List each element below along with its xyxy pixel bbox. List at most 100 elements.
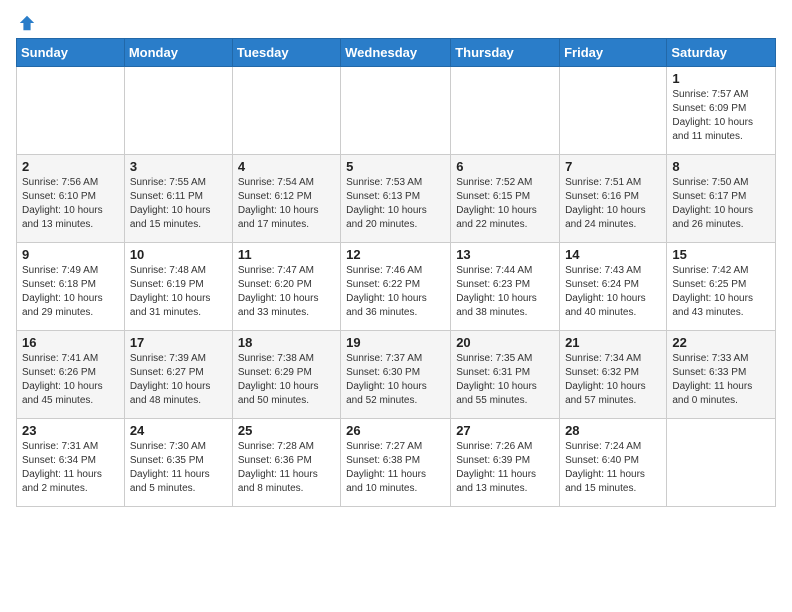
calendar-cell: 1 Sunrise: 7:57 AM Sunset: 6:09 PM Daylig…	[667, 67, 776, 155]
day-number: 25	[238, 423, 335, 438]
calendar-weekday-wednesday: Wednesday	[341, 39, 451, 67]
calendar-cell: 20Sunrise: 7:35 AM Sunset: 6:31 PM Dayli…	[451, 331, 560, 419]
day-info: Sunrise: 7:46 AM Sunset: 6:22 PM Dayligh…	[346, 264, 445, 320]
day-number: 12	[346, 247, 445, 262]
day-number: 26	[346, 423, 445, 438]
calendar-cell: 3 Sunrise: 7:55 AM Sunset: 6:11 PM Daylig…	[124, 155, 232, 243]
calendar-weekday-friday: Friday	[560, 39, 667, 67]
day-number: 17	[130, 335, 227, 350]
calendar-week-4: 16 Sunrise: 7:41 AM Sunset: 6:26 PM Dayli…	[17, 331, 776, 419]
day-info: Sunrise: 7:34 AM Sunset: 6:32 PM Dayligh…	[565, 352, 661, 408]
calendar-cell: 14 Sunrise: 7:43 AM Sunset: 6:24 PM Dayli…	[560, 243, 667, 331]
calendar-week-1: 1 Sunrise: 7:57 AM Sunset: 6:09 PM Daylig…	[17, 67, 776, 155]
calendar-cell: 5 Sunrise: 7:53 AM Sunset: 6:13 PM Daylig…	[341, 155, 451, 243]
logo-icon	[18, 14, 36, 32]
day-number: 23	[22, 423, 119, 438]
calendar-cell	[560, 67, 667, 155]
calendar-cell: 12 Sunrise: 7:46 AM Sunset: 6:22 PM Dayli…	[341, 243, 451, 331]
day-info: Sunrise: 7:43 AM Sunset: 6:24 PM Dayligh…	[565, 264, 661, 320]
day-number: 4	[238, 159, 335, 174]
calendar-header-row: SundayMondayTuesdayWednesdayThursdayFrid…	[17, 39, 776, 67]
calendar-cell	[667, 419, 776, 507]
day-info: Sunrise: 7:37 AM Sunset: 6:30 PM Dayligh…	[346, 352, 445, 408]
day-number: 21	[565, 335, 661, 350]
calendar-table: SundayMondayTuesdayWednesdayThursdayFrid…	[16, 38, 776, 507]
day-number: 13	[456, 247, 554, 262]
day-info: Sunrise: 7:52 AM Sunset: 6:15 PM Dayligh…	[456, 176, 554, 232]
day-number: 18	[238, 335, 335, 350]
day-number: 14	[565, 247, 661, 262]
day-info: Sunrise: 7:31 AM Sunset: 6:34 PM Dayligh…	[22, 440, 119, 496]
day-info: Sunrise: 7:28 AM Sunset: 6:36 PM Dayligh…	[238, 440, 335, 496]
day-info: Sunrise: 7:33 AM Sunset: 6:33 PM Dayligh…	[672, 352, 770, 408]
calendar-weekday-monday: Monday	[124, 39, 232, 67]
calendar-cell	[451, 67, 560, 155]
day-info: Sunrise: 7:49 AM Sunset: 6:18 PM Dayligh…	[22, 264, 119, 320]
calendar-weekday-tuesday: Tuesday	[232, 39, 340, 67]
calendar-cell: 21 Sunrise: 7:34 AM Sunset: 6:32 PM Dayli…	[560, 331, 667, 419]
day-number: 6	[456, 159, 554, 174]
calendar-cell: 7 Sunrise: 7:51 AM Sunset: 6:16 PM Daylig…	[560, 155, 667, 243]
day-number: 9	[22, 247, 119, 262]
day-info: Sunrise: 7:50 AM Sunset: 6:17 PM Dayligh…	[672, 176, 770, 232]
day-info: Sunrise: 7:38 AM Sunset: 6:29 PM Dayligh…	[238, 352, 335, 408]
day-number: 24	[130, 423, 227, 438]
calendar-cell: 28Sunrise: 7:24 AM Sunset: 6:40 PM Dayli…	[560, 419, 667, 507]
day-number: 2	[22, 159, 119, 174]
day-number: 10	[130, 247, 227, 262]
calendar-cell: 15Sunrise: 7:42 AM Sunset: 6:25 PM Dayli…	[667, 243, 776, 331]
day-number: 7	[565, 159, 661, 174]
day-info: Sunrise: 7:26 AM Sunset: 6:39 PM Dayligh…	[456, 440, 554, 496]
calendar-cell: 4 Sunrise: 7:54 AM Sunset: 6:12 PM Daylig…	[232, 155, 340, 243]
calendar-week-3: 9 Sunrise: 7:49 AM Sunset: 6:18 PM Daylig…	[17, 243, 776, 331]
day-info: Sunrise: 7:44 AM Sunset: 6:23 PM Dayligh…	[456, 264, 554, 320]
day-number: 11	[238, 247, 335, 262]
day-info: Sunrise: 7:30 AM Sunset: 6:35 PM Dayligh…	[130, 440, 227, 496]
page: SundayMondayTuesdayWednesdayThursdayFrid…	[0, 0, 792, 523]
calendar-cell: 25 Sunrise: 7:28 AM Sunset: 6:36 PM Dayli…	[232, 419, 340, 507]
calendar-cell: 18 Sunrise: 7:38 AM Sunset: 6:29 PM Dayli…	[232, 331, 340, 419]
day-number: 1	[672, 71, 770, 86]
day-info: Sunrise: 7:39 AM Sunset: 6:27 PM Dayligh…	[130, 352, 227, 408]
day-info: Sunrise: 7:48 AM Sunset: 6:19 PM Dayligh…	[130, 264, 227, 320]
day-number: 28	[565, 423, 661, 438]
calendar-cell: 9 Sunrise: 7:49 AM Sunset: 6:18 PM Daylig…	[17, 243, 125, 331]
calendar-weekday-thursday: Thursday	[451, 39, 560, 67]
calendar-cell: 8 Sunrise: 7:50 AM Sunset: 6:17 PM Daylig…	[667, 155, 776, 243]
day-info: Sunrise: 7:27 AM Sunset: 6:38 PM Dayligh…	[346, 440, 445, 496]
day-number: 19	[346, 335, 445, 350]
calendar-week-2: 2Sunrise: 7:56 AM Sunset: 6:10 PM Daylig…	[17, 155, 776, 243]
day-number: 20	[456, 335, 554, 350]
day-number: 22	[672, 335, 770, 350]
day-info: Sunrise: 7:47 AM Sunset: 6:20 PM Dayligh…	[238, 264, 335, 320]
day-info: Sunrise: 7:51 AM Sunset: 6:16 PM Dayligh…	[565, 176, 661, 232]
logo	[16, 14, 36, 32]
calendar-cell: 24 Sunrise: 7:30 AM Sunset: 6:35 PM Dayli…	[124, 419, 232, 507]
calendar-cell: 2Sunrise: 7:56 AM Sunset: 6:10 PM Daylig…	[17, 155, 125, 243]
day-info: Sunrise: 7:53 AM Sunset: 6:13 PM Dayligh…	[346, 176, 445, 232]
day-number: 8	[672, 159, 770, 174]
calendar-weekday-saturday: Saturday	[667, 39, 776, 67]
calendar-week-5: 23 Sunrise: 7:31 AM Sunset: 6:34 PM Dayli…	[17, 419, 776, 507]
day-number: 5	[346, 159, 445, 174]
day-info: Sunrise: 7:41 AM Sunset: 6:26 PM Dayligh…	[22, 352, 119, 408]
calendar-cell: 22 Sunrise: 7:33 AM Sunset: 6:33 PM Dayli…	[667, 331, 776, 419]
calendar-cell: 11 Sunrise: 7:47 AM Sunset: 6:20 PM Dayli…	[232, 243, 340, 331]
day-info: Sunrise: 7:55 AM Sunset: 6:11 PM Dayligh…	[130, 176, 227, 232]
calendar-cell	[124, 67, 232, 155]
calendar-cell	[17, 67, 125, 155]
calendar-cell: 13 Sunrise: 7:44 AM Sunset: 6:23 PM Dayli…	[451, 243, 560, 331]
calendar-cell	[232, 67, 340, 155]
calendar-cell: 19 Sunrise: 7:37 AM Sunset: 6:30 PM Dayli…	[341, 331, 451, 419]
calendar-cell: 17 Sunrise: 7:39 AM Sunset: 6:27 PM Dayli…	[124, 331, 232, 419]
calendar-cell: 6 Sunrise: 7:52 AM Sunset: 6:15 PM Daylig…	[451, 155, 560, 243]
calendar-cell: 26 Sunrise: 7:27 AM Sunset: 6:38 PM Dayli…	[341, 419, 451, 507]
day-number: 3	[130, 159, 227, 174]
calendar-weekday-sunday: Sunday	[17, 39, 125, 67]
calendar-cell: 23 Sunrise: 7:31 AM Sunset: 6:34 PM Dayli…	[17, 419, 125, 507]
calendar-cell: 16 Sunrise: 7:41 AM Sunset: 6:26 PM Dayli…	[17, 331, 125, 419]
day-info: Sunrise: 7:57 AM Sunset: 6:09 PM Dayligh…	[672, 88, 770, 144]
day-number: 27	[456, 423, 554, 438]
day-info: Sunrise: 7:54 AM Sunset: 6:12 PM Dayligh…	[238, 176, 335, 232]
day-number: 16	[22, 335, 119, 350]
